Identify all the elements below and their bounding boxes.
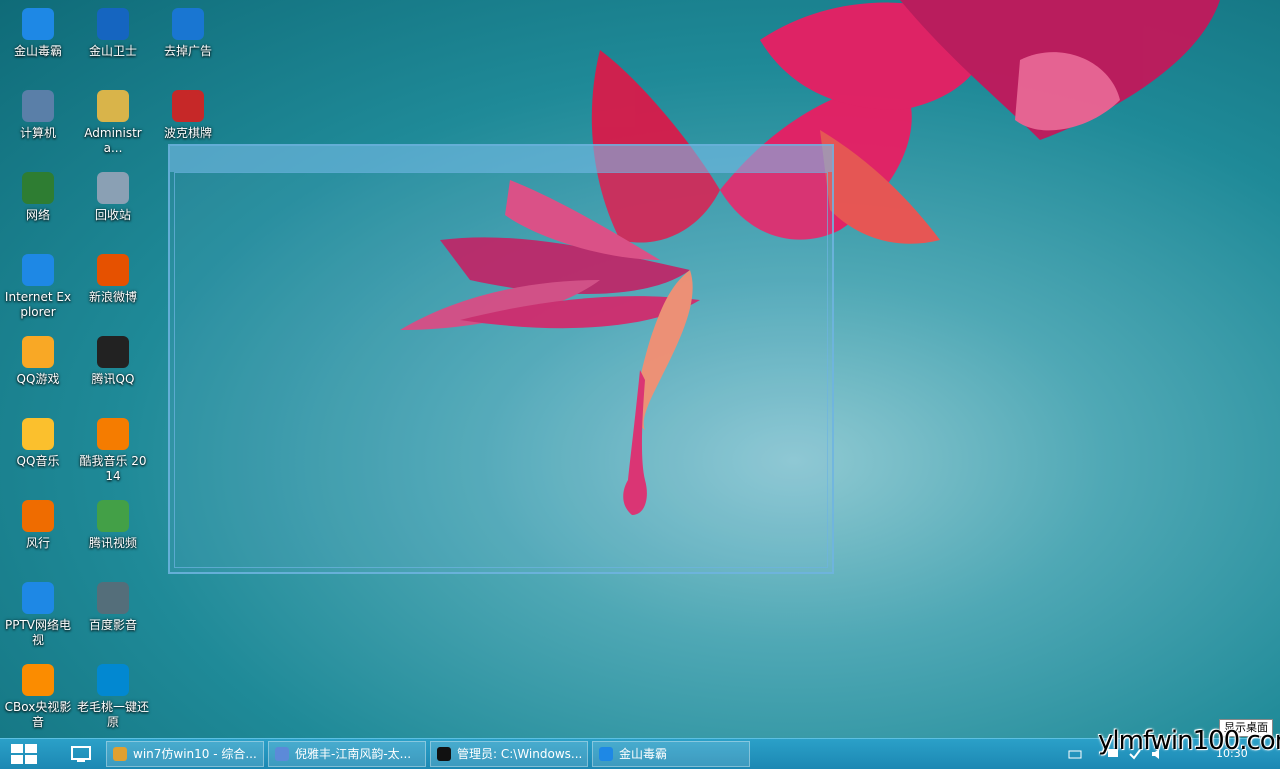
pptv-icon [22, 582, 54, 614]
desktop-icon-label: 回收站 [94, 208, 131, 222]
taskbar-item-label: win7仿win10 - 综合... [133, 747, 257, 761]
desktop-icon-label: 酷我音乐 2014 [79, 454, 147, 483]
internet-explorer-icon [22, 254, 54, 286]
frame-title-bar [170, 146, 832, 172]
desktop-icon-kuwo-music[interactable]: 酷我音乐 2014 [75, 414, 151, 484]
funshion-icon [22, 500, 54, 532]
desktop-icon-sina-weibo[interactable]: 新浪微博 [75, 250, 151, 305]
taskbar-item-browser[interactable]: win7仿win10 - 综合... [106, 741, 264, 767]
desktop-icon-remove-ads[interactable]: 去掉广告 [150, 4, 226, 59]
desktop-icon-recycle-bin[interactable]: 回收站 [75, 168, 151, 223]
desktop-icon-label: CBox央视影音 [4, 700, 72, 729]
tencent-video-icon [97, 500, 129, 532]
desktop-icon-qq-music[interactable]: QQ音乐 [0, 414, 76, 469]
desktop-icon-laomaotao-restore[interactable]: 老毛桃一键还原 [75, 660, 151, 730]
taskbar: win7仿win10 - 综合... 倪雅丰-江南风韵-太... 管理员: C:… [0, 738, 1280, 769]
recycle-bin-icon [97, 172, 129, 204]
desktop-icon-qq-games[interactable]: QQ游戏 [0, 332, 76, 387]
taskbar-item-label: 管理员: C:\Windows... [457, 747, 583, 761]
selection-window-frame [168, 144, 834, 574]
desktop-icon-label: PPTV网络电视 [4, 618, 71, 647]
keyboard-icon[interactable] [1068, 747, 1082, 761]
desktop-icon-cbox[interactable]: CBox央视影音 [0, 660, 76, 730]
kuwo-music-icon [97, 418, 129, 450]
kingsoft-antivirus-icon [22, 8, 54, 40]
desktop-icon-label: Administra... [84, 126, 142, 155]
desktop-icon-pptv[interactable]: PPTV网络电视 [0, 578, 76, 648]
desktop-icon-label: 金山卫士 [88, 44, 137, 58]
tencent-qq-icon [97, 336, 129, 368]
desktop-icon-label: 老毛桃一键还原 [77, 700, 150, 729]
desktop-icon-tencent-qq[interactable]: 腾讯QQ [75, 332, 151, 387]
desktop-icon-computer[interactable]: 计算机 [0, 86, 76, 141]
media-player-icon [275, 747, 289, 761]
show-desktop-quick-icon[interactable] [70, 744, 92, 764]
desktop-icon-label: 去掉广告 [163, 44, 212, 58]
qq-games-icon [22, 336, 54, 368]
desktop-icon-user-folder[interactable]: Administra... [75, 86, 151, 156]
taskbar-item-cmd[interactable]: 管理员: C:\Windows... [430, 741, 588, 767]
kingsoft-antivirus-icon [599, 747, 613, 761]
computer-icon [22, 90, 54, 122]
desktop-icon-label: 网络 [25, 208, 50, 222]
taskbar-item-label: 金山毒霸 [619, 747, 668, 761]
browser-icon [113, 747, 127, 761]
remove-ads-icon [172, 8, 204, 40]
desktop-icon-label: 波克棋牌 [163, 126, 212, 140]
desktop-icon-label: 金山毒霸 [13, 44, 62, 58]
desktop-icon-kingsoft-antivirus[interactable]: 金山毒霸 [0, 4, 76, 59]
sina-weibo-icon [97, 254, 129, 286]
desktop-icon-label: 腾讯QQ [91, 372, 135, 386]
desktop-icon-kingsoft-guard[interactable]: 金山卫士 [75, 4, 151, 59]
desktop-icon-label: Internet Explorer [4, 290, 72, 319]
desktop-icon-pook-games[interactable]: 波克棋牌 [150, 86, 226, 141]
windows-start-icon[interactable] [8, 742, 40, 766]
desktop-icon-label: QQ音乐 [16, 454, 60, 468]
desktop-icon-baidu-player[interactable]: 百度影音 [75, 578, 151, 633]
desktop-icon-tencent-video[interactable]: 腾讯视频 [75, 496, 151, 551]
desktop-icon-label: 百度影音 [88, 618, 137, 632]
desktop-icon-label: QQ游戏 [16, 372, 60, 386]
network-icon [22, 172, 54, 204]
desktop-icon-funshion[interactable]: 风行 [0, 496, 76, 551]
taskbar-item-kingsoft[interactable]: 金山毒霸 [592, 741, 750, 767]
desktop-icon-label: 风行 [25, 536, 50, 550]
baidu-player-icon [97, 582, 129, 614]
cbox-icon [22, 664, 54, 696]
taskbar-item-label: 倪雅丰-江南风韵-太... [295, 747, 412, 761]
desktop-icon-label: 新浪微博 [88, 290, 137, 304]
laomaotao-restore-icon [97, 664, 129, 696]
desktop-icon-label: 计算机 [19, 126, 56, 140]
qq-music-icon [22, 418, 54, 450]
site-watermark: ylmfwin100.com [1098, 726, 1280, 756]
desktop-icon-label: 腾讯视频 [88, 536, 137, 550]
desktop-icon-internet-explorer[interactable]: Internet Explorer [0, 250, 76, 320]
frame-inner-border [174, 172, 828, 568]
desktop-icon-network[interactable]: 网络 [0, 168, 76, 223]
pook-games-icon [172, 90, 204, 122]
cmd-icon [437, 747, 451, 761]
taskbar-item-media-player[interactable]: 倪雅丰-江南风韵-太... [268, 741, 426, 767]
kingsoft-guard-icon [97, 8, 129, 40]
user-folder-icon [97, 90, 129, 122]
